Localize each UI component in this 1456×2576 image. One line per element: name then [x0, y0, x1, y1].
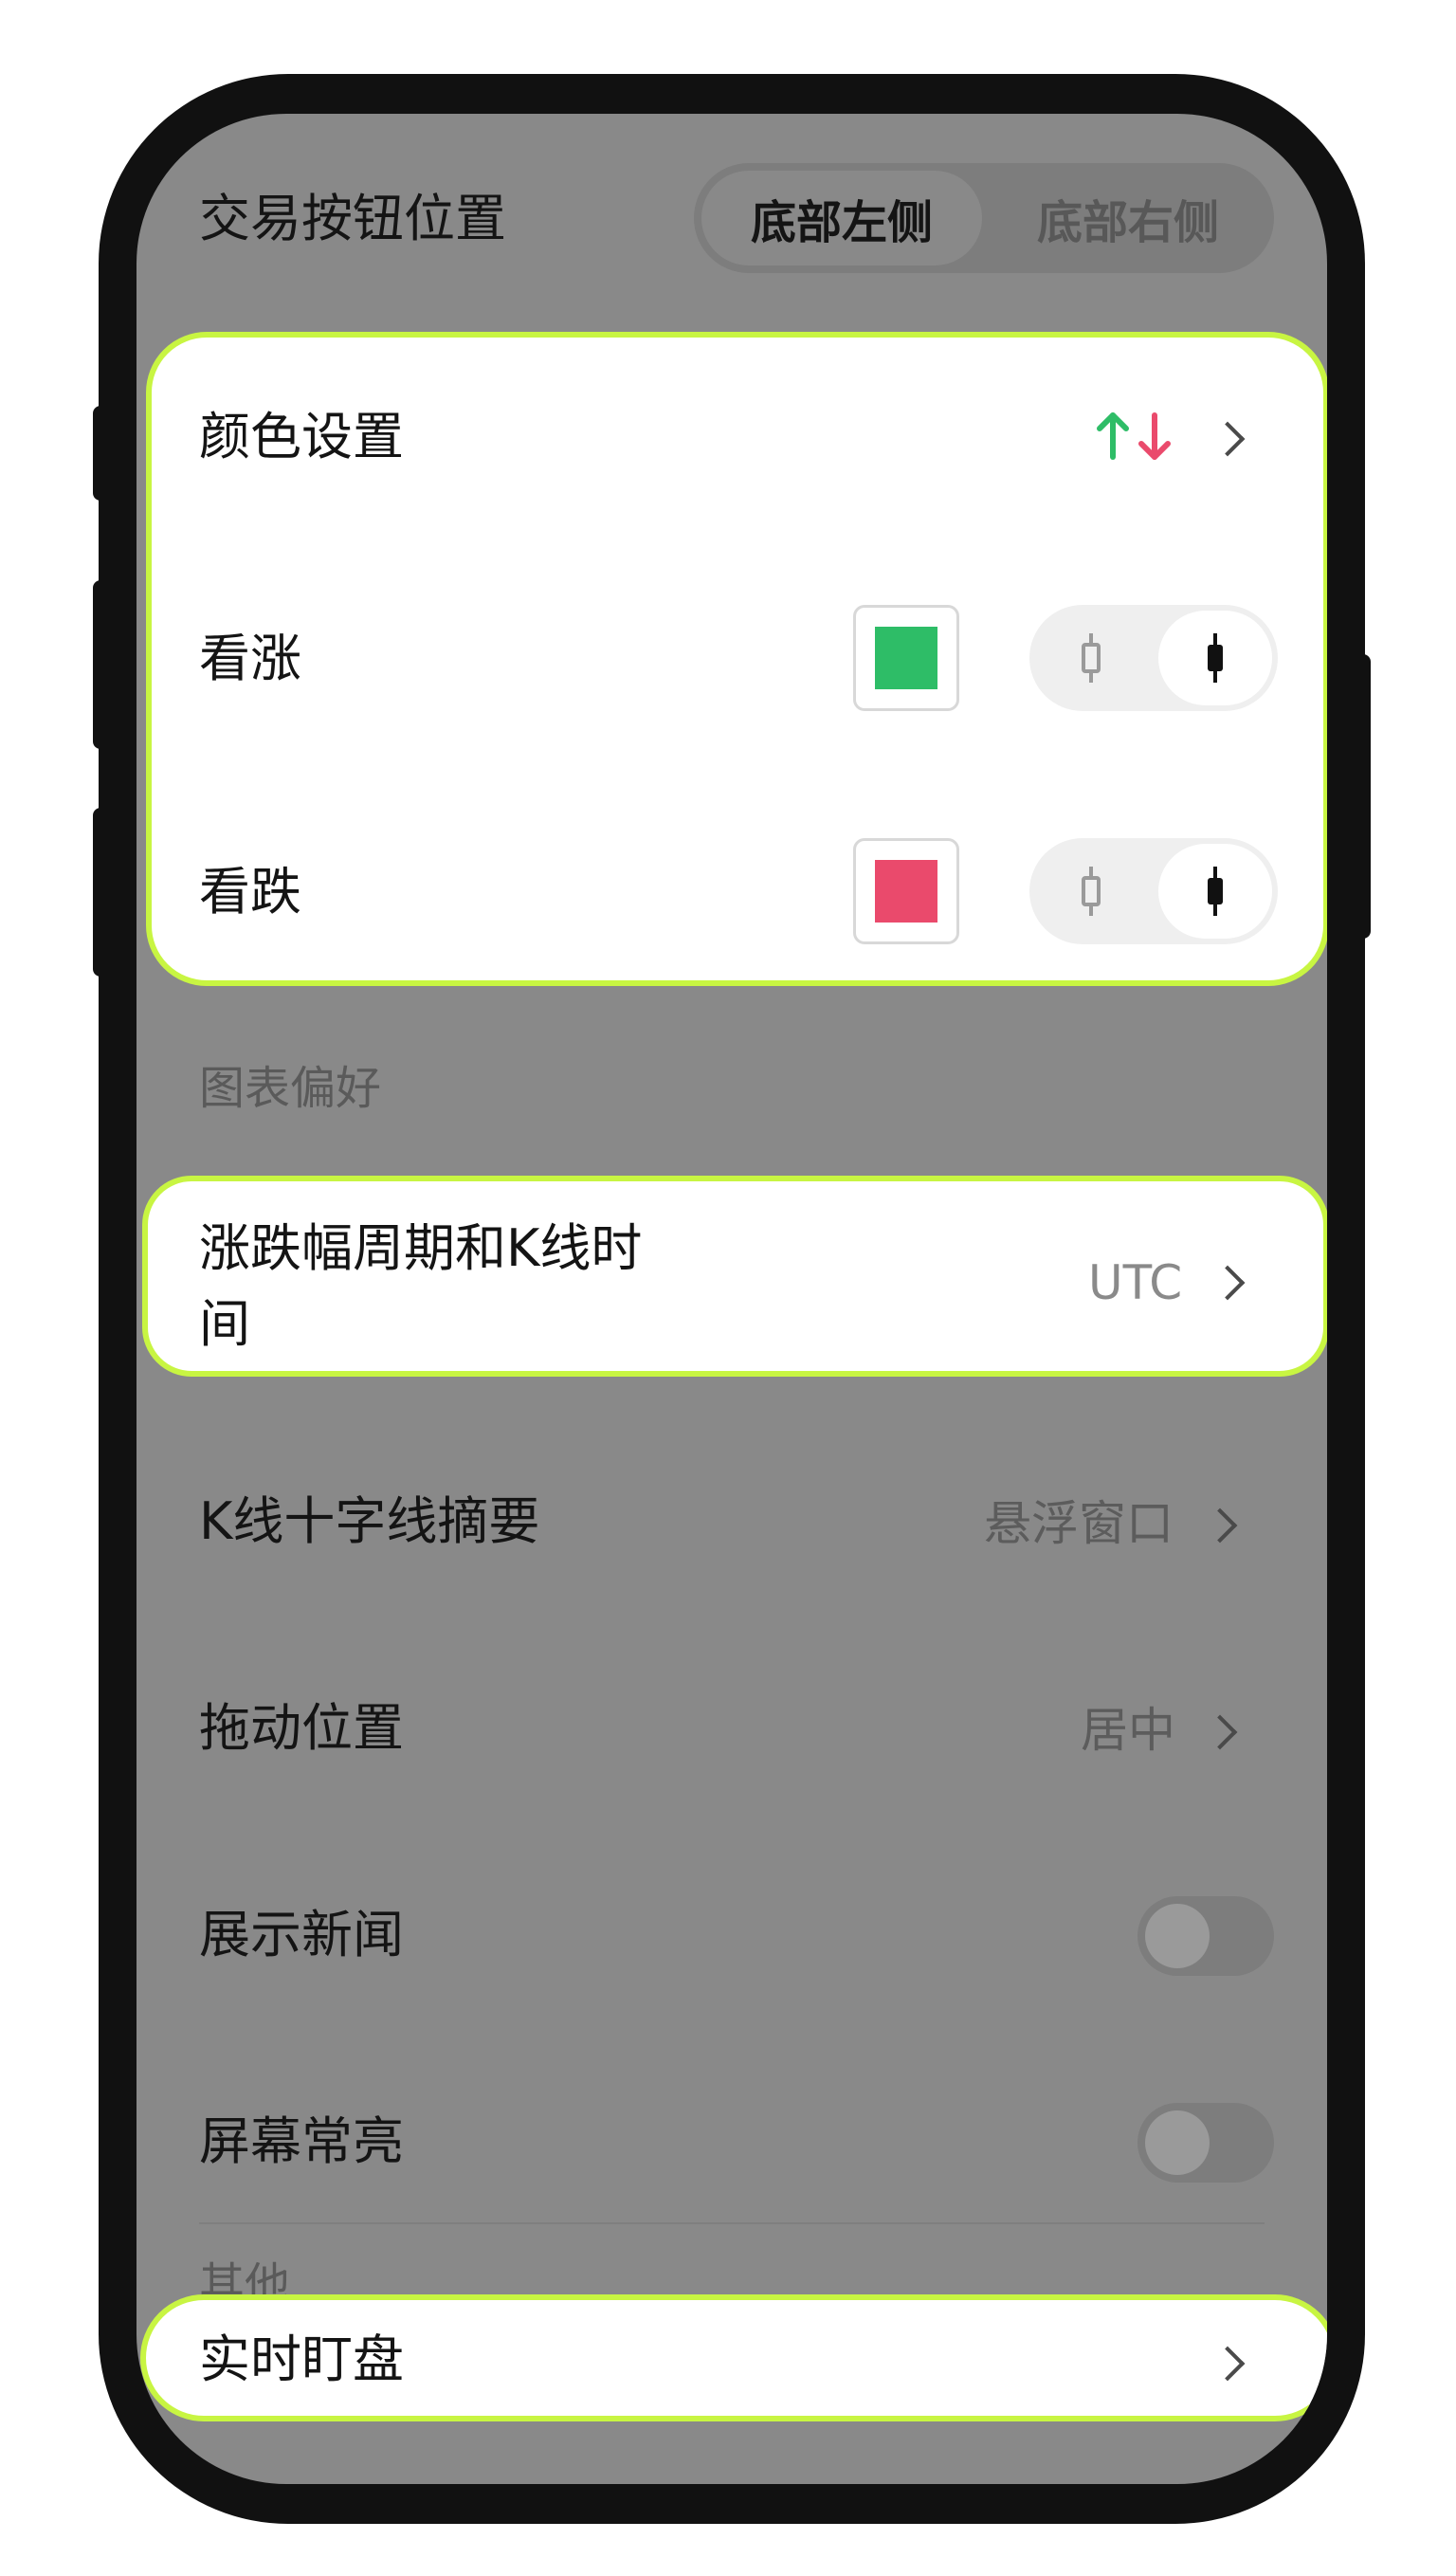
crosshair-summary-chevron-icon[interactable]	[1202, 1507, 1238, 1544]
screen-always-on-switch-knob	[1145, 2110, 1210, 2175]
hollow-candle-icon[interactable]	[1077, 863, 1105, 920]
trade-button-position-segmented[interactable]: 底部左侧 底部右侧	[694, 163, 1274, 273]
hollow-candle-icon[interactable]	[1077, 630, 1105, 686]
drag-position-chevron-icon[interactable]	[1202, 1714, 1238, 1750]
screen-always-on-switch[interactable]	[1138, 2103, 1274, 2183]
show-news-label: 展示新闻	[199, 1905, 404, 1964]
color-settings-label: 颜色设置	[199, 407, 404, 466]
period-kline-time-value: UTC	[1088, 1255, 1183, 1310]
chart-preferences-section-label: 图表偏好	[199, 1062, 382, 1115]
bullish-label: 看涨	[199, 629, 301, 688]
bullish-color-picker[interactable]	[853, 605, 959, 711]
crosshair-summary-label[interactable]: K线十字线摘要	[199, 1496, 539, 1547]
show-news-switch[interactable]	[1138, 1896, 1274, 1976]
realtime-watch-card[interactable]: 实时盯盘	[140, 2294, 1327, 2421]
color-settings-card: 颜色设置 看涨 看跌	[146, 332, 1327, 986]
screen-always-on-label: 屏幕常亮	[199, 2111, 404, 2171]
drag-position-label[interactable]: 拖动位置	[199, 1703, 404, 1754]
bearish-color-swatch	[875, 860, 937, 923]
up-down-arrows-icon	[1097, 412, 1171, 460]
candle-toggle-knob	[1158, 844, 1272, 939]
realtime-watch-chevron-icon	[1210, 2346, 1246, 2382]
solid-candle-icon[interactable]	[1201, 630, 1229, 686]
trade-button-position-label: 交易按钮位置	[199, 189, 506, 248]
phone-screen: 交易按钮位置 底部左侧 底部右侧 颜色设置 看涨 看跌 图表偏好 涨跌幅周期和K…	[136, 114, 1327, 2484]
solid-candle-icon[interactable]	[1201, 863, 1229, 920]
segment-bottom-right[interactable]: 底部右侧	[990, 171, 1266, 265]
bullish-color-swatch	[875, 627, 937, 689]
show-news-switch-knob	[1145, 1904, 1210, 1968]
section-divider	[199, 2222, 1265, 2224]
bearish-candle-style-toggle[interactable]	[1029, 838, 1278, 944]
period-kline-time-label: 涨跌幅周期和K线时	[199, 1218, 643, 1278]
bullish-candle-style-toggle[interactable]	[1029, 605, 1278, 711]
drag-position-value: 居中	[1081, 1703, 1175, 1758]
segment-bottom-left[interactable]: 底部左侧	[701, 171, 982, 265]
crosshair-summary-value: 悬浮窗口	[984, 1496, 1174, 1551]
candle-toggle-knob	[1158, 611, 1272, 705]
bearish-label: 看跌	[199, 862, 301, 922]
period-kline-time-label-wrap: 间	[199, 1294, 250, 1354]
bearish-color-picker[interactable]	[853, 838, 959, 944]
period-kline-time-chevron-icon	[1210, 1265, 1246, 1301]
period-kline-time-card[interactable]: 涨跌幅周期和K线时 间 UTC	[142, 1176, 1327, 1377]
realtime-watch-label: 实时盯盘	[199, 2329, 404, 2389]
color-settings-chevron-icon[interactable]	[1210, 421, 1246, 457]
